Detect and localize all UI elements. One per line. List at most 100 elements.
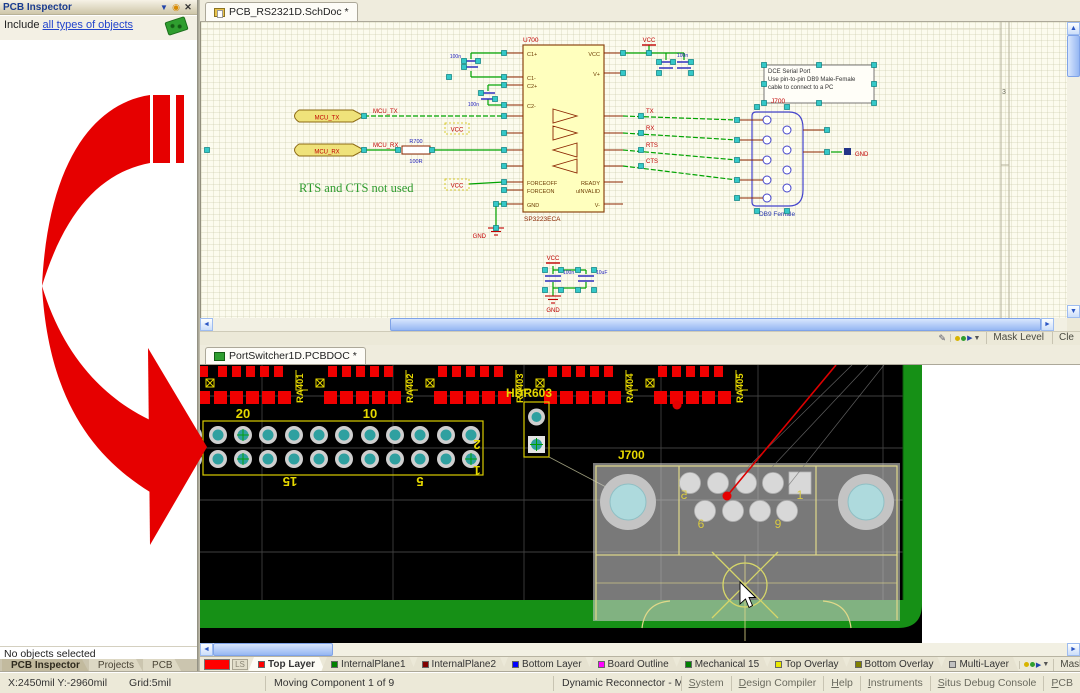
layer-tab-internalplane1[interactable]: InternalPlane1 [321, 657, 416, 672]
scroll-down-icon: ▼ [1067, 305, 1080, 318]
layer-tab-internalplane2[interactable]: InternalPlane2 [412, 657, 507, 672]
svg-text:RA402: RA402 [405, 373, 416, 403]
mask-level-button[interactable]: Mask Level [986, 332, 1050, 344]
dot-icon [1024, 662, 1029, 667]
schematic-status-strip: ✎ ▶ ▼ Mask Level Cle [200, 331, 1080, 344]
clear-button[interactable]: Cle [1052, 332, 1080, 344]
tab-pcb[interactable]: PCB [143, 659, 182, 672]
ic-designator: U700 [523, 37, 539, 44]
layer-tab-multi-layer[interactable]: Multi-Layer [939, 657, 1018, 672]
schematic-canvas[interactable]: 3 U700 SP3223ECA C1+ C1- C2+ C2- FORCEOF… [200, 22, 1067, 318]
resistor-arrays[interactable]: RA401 RA402 RA403 RA404 RA405 [200, 366, 748, 404]
doc-tab-schematic[interactable]: PCB_RS2321D.SchDoc * [205, 2, 358, 21]
svg-text:MCU_RX: MCU_RX [373, 143, 398, 149]
tab-projects[interactable]: Projects [89, 659, 143, 672]
scroll-left-icon: ◄ [200, 643, 213, 656]
edit-icon[interactable]: ✎ [939, 333, 949, 344]
svg-text:5: 5 [680, 488, 687, 502]
sheet-zone-label: 3 [1002, 89, 1006, 96]
svg-text:9: 9 [775, 517, 782, 531]
svg-text:1: 1 [473, 463, 480, 478]
schematic-editor-pane: PCB_RS2321D.SchDoc * 3 U700 SP3223ECA C1… [200, 0, 1080, 345]
include-types-link[interactable]: all types of objects [43, 19, 134, 31]
svg-text:cable to connect to a PC: cable to connect to a PC [768, 85, 834, 91]
filter-icons[interactable]: ▶ ▼ [1019, 661, 1053, 669]
active-layer-swatch[interactable] [204, 659, 230, 670]
layer-color-icon [512, 661, 519, 668]
help-button[interactable]: Help [823, 676, 860, 691]
resistor-r700[interactable]: R700 100R [402, 139, 430, 165]
vscroll-thumb [1067, 35, 1080, 77]
j700-label: J700 [618, 448, 645, 462]
svg-text:100R: 100R [409, 159, 422, 165]
svg-text:R700: R700 [409, 139, 422, 145]
net-labels: MCU_TX MCU_RX TX RX RTS CTS [373, 109, 658, 165]
ic-sp3223[interactable]: U700 SP3223ECA C1+ C1- C2+ C2- FORCEOFF … [504, 37, 623, 223]
instruments-button[interactable]: Instruments [860, 676, 930, 691]
design-compiler-button[interactable]: Design Compiler [731, 676, 824, 691]
panel-titlebar[interactable]: PCB Inspector ▼ ◉ ✕ [0, 0, 197, 15]
schematic-vscrollbar[interactable]: ▲ ▼ [1067, 22, 1080, 318]
pushpin-icon[interactable]: ◉ [170, 2, 182, 13]
doc-tab-label: PortSwitcher1D.PCBDOC * [229, 350, 357, 362]
svg-text:TX: TX [646, 109, 654, 115]
svg-text:20: 20 [236, 406, 250, 421]
svg-text:RTS: RTS [646, 143, 658, 149]
mode-status: Dynamic Reconnector - Moving 1 Object(s)… [553, 676, 681, 691]
svg-text:100n: 100n [677, 53, 688, 59]
db9-type-label: DB9 Female [759, 211, 796, 218]
play-icon: ▶ [967, 334, 972, 342]
scroll-right-icon: ► [1067, 643, 1080, 656]
pcbdoc-icon [214, 352, 225, 361]
schematic-drawing: 3 U700 SP3223ECA C1+ C1- C2+ C2- FORCEOF… [201, 22, 1067, 318]
grid-setting: Grid:5mil [129, 676, 171, 691]
svg-text:HDR603: HDR603 [506, 386, 552, 400]
pin-header[interactable]: 20 10 15 5 2 1 [200, 406, 483, 489]
svg-text:FORCEON: FORCEON [527, 189, 555, 195]
filter-icons[interactable]: ▶ ▼ [950, 334, 984, 342]
j700-footprint-dragged[interactable]: 5 1 6 9 [593, 463, 900, 641]
svg-text:C2+: C2+ [527, 84, 537, 90]
pcb-drawing: RA401 RA402 RA403 RA404 RA405 [200, 365, 1080, 643]
hscroll-thumb [390, 318, 1041, 331]
situs-debug-console-button[interactable]: Situs Debug Console [930, 676, 1044, 691]
pcb-inspector-panel: PCB Inspector ▼ ◉ ✕ Include all types of… [0, 0, 197, 672]
layer-tab-board-outline[interactable]: Board Outline [588, 657, 679, 672]
svg-text:GND: GND [855, 152, 869, 158]
layer-tab-top-overlay[interactable]: Top Overlay [765, 657, 848, 672]
db9-connector[interactable]: J700 DB9 Female [737, 98, 827, 218]
status-menu-buttons: System Design Compiler Help Instruments … [681, 676, 1080, 691]
system-button[interactable]: System [681, 676, 731, 691]
mask-level-button[interactable]: Mask Level [1053, 659, 1080, 671]
panel-tab-strip: PCB Inspector Projects PCB [0, 659, 197, 672]
tab-pcb-inspector[interactable]: PCB Inspector [2, 659, 89, 672]
dot-icon [1030, 662, 1035, 667]
outside-board-area [922, 365, 1080, 643]
chevron-down-icon[interactable]: ▼ [158, 3, 170, 12]
layer-tab-bottom-overlay[interactable]: Bottom Overlay [845, 657, 944, 672]
doc-tab-pcb[interactable]: PortSwitcher1D.PCBDOC * [205, 347, 366, 364]
sheet-ports[interactable]: MCU_TX MCU_RX [295, 110, 365, 156]
inspector-body[interactable] [0, 40, 197, 646]
close-icon[interactable]: ✕ [182, 2, 194, 13]
svg-text:RX: RX [646, 126, 654, 132]
layer-tab-top-layer[interactable]: Top Layer [248, 657, 325, 672]
svg-text:100n: 100n [468, 102, 479, 108]
schematic-hscrollbar[interactable]: ◄ ► [200, 318, 1067, 331]
svg-text:2: 2 [473, 437, 480, 452]
pcb-canvas[interactable]: RA401 RA402 RA403 RA404 RA405 [200, 365, 1080, 643]
layer-select-button[interactable]: LS [232, 659, 248, 670]
svg-text:1: 1 [797, 488, 804, 502]
hscroll-thumb [213, 643, 333, 656]
pcb-hscrollbar[interactable]: ◄ ► [200, 643, 1080, 656]
pcb-button[interactable]: PCB [1043, 676, 1080, 691]
layer-color-icon [775, 661, 782, 668]
schematic-doc-tabbar: PCB_RS2321D.SchDoc * [200, 0, 1080, 22]
layer-color-icon [685, 661, 692, 668]
layer-tab-bottom-layer[interactable]: Bottom Layer [502, 657, 591, 672]
svg-text:GND: GND [527, 203, 539, 209]
svg-text:C1-: C1- [527, 76, 536, 82]
play-icon: ▶ [1036, 661, 1041, 669]
svg-text:15: 15 [283, 474, 297, 489]
layer-tab-mechanical-15[interactable]: Mechanical 15 [675, 657, 769, 672]
